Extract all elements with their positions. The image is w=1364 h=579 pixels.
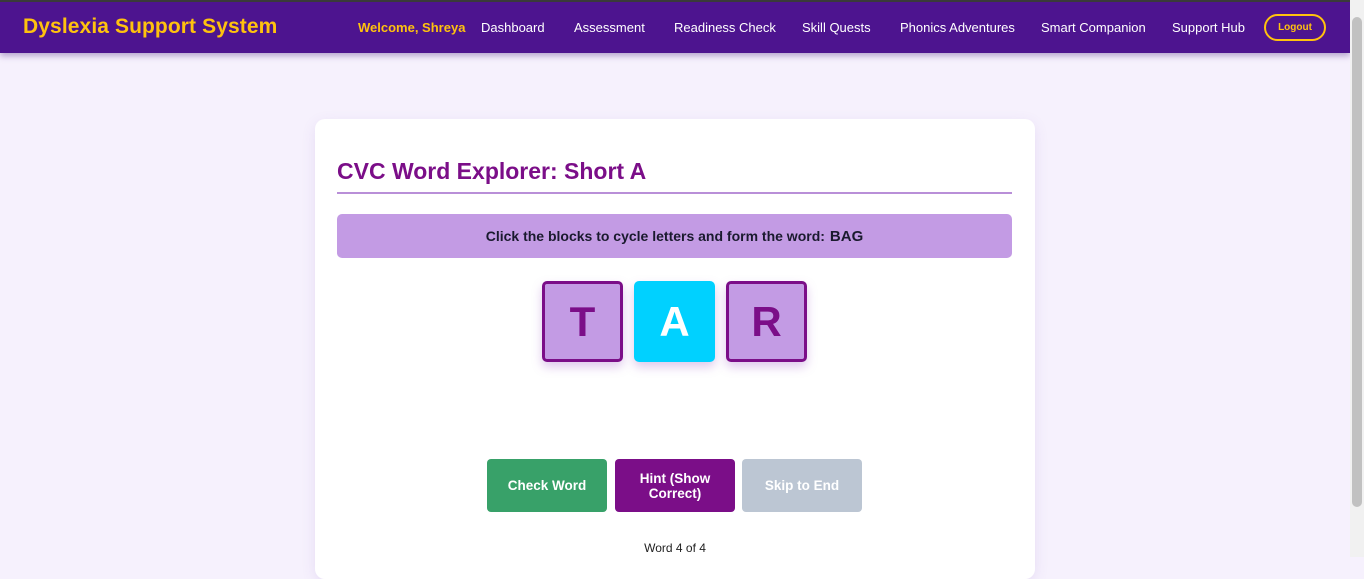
instruction-banner: Click the blocks to cycle letters and fo… — [337, 214, 1012, 258]
logout-button[interactable]: Logout — [1264, 14, 1326, 41]
skip-to-end-button[interactable]: Skip to End — [742, 459, 862, 512]
top-navbar: Dyslexia Support System Welcome, Shreya … — [0, 0, 1350, 53]
letter-block-1[interactable]: T — [542, 281, 623, 362]
check-word-button[interactable]: Check Word — [487, 459, 607, 512]
activity-card: CVC Word Explorer: Short A Click the blo… — [315, 119, 1035, 579]
nav-phonics-adventures[interactable]: Phonics Adventures — [900, 20, 1015, 35]
hint-button[interactable]: Hint (Show Correct) — [615, 459, 735, 512]
activity-title: CVC Word Explorer: Short A — [337, 158, 647, 184]
brand-title[interactable]: Dyslexia Support System — [23, 15, 277, 39]
nav-dashboard[interactable]: Dashboard — [481, 20, 545, 35]
scrollbar-thumb[interactable] — [1352, 17, 1362, 507]
nav-readiness-check[interactable]: Readiness Check — [674, 20, 776, 35]
word-progress: Word 4 of 4 — [644, 541, 706, 555]
nav-support-hub[interactable]: Support Hub — [1172, 20, 1245, 35]
letter-block-2[interactable]: A — [634, 281, 715, 362]
target-word: BAG — [829, 227, 864, 245]
nav-assessment[interactable]: Assessment — [574, 20, 645, 35]
nav-smart-companion[interactable]: Smart Companion — [1041, 20, 1146, 35]
instruction-text: Click the blocks to cycle letters and fo… — [485, 228, 825, 244]
welcome-text: Welcome, Shreya — [358, 20, 466, 35]
title-divider — [337, 192, 1012, 194]
page-scrollbar[interactable] — [1350, 0, 1364, 557]
letter-block-3[interactable]: R — [726, 281, 807, 362]
nav-skill-quests[interactable]: Skill Quests — [802, 20, 871, 35]
